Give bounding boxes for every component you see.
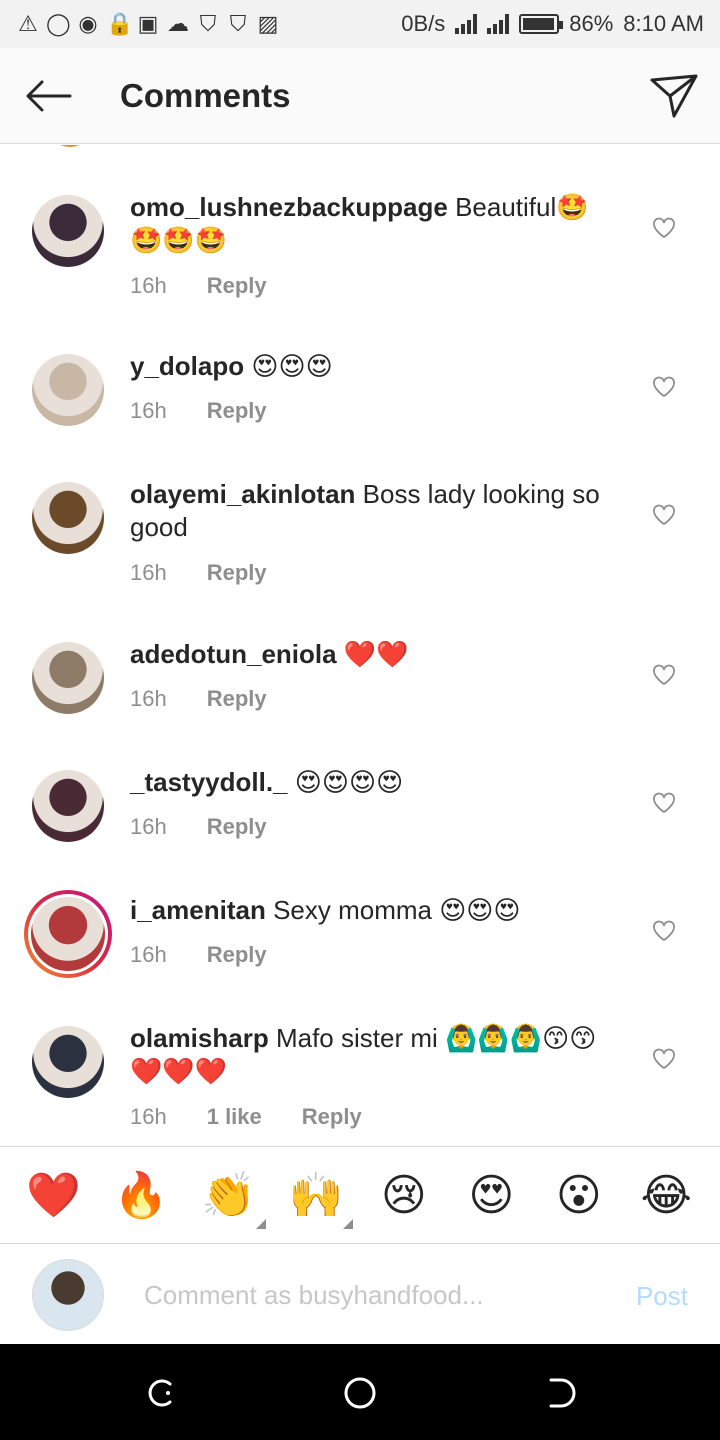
username[interactable]: y_dolapo [130,351,244,381]
app-header: Comments [0,48,720,144]
system-nav-bar [0,1344,720,1440]
reply-button[interactable]: Reply [207,814,267,840]
like-heart-icon[interactable] [652,920,676,942]
comment-list[interactable]: omo_lushnezbackuppage Beautiful🤩🤩🤩🤩 16h R… [0,145,720,1145]
back-button[interactable] [0,48,96,144]
timestamp: 16h [130,1104,167,1129]
comment-composer: Post [0,1245,720,1345]
gallery-icon: ▣ [137,11,159,36]
timestamp: 16h [130,942,167,967]
emoji-clap-button[interactable]: 👏 [198,1169,266,1229]
comment-text: i_amenitan Sexy momma 😍😍😍 [130,894,620,927]
comment-text: _tastyydoll._ 😍😍😍😍 [130,766,620,799]
comment-meta: 16h Reply [130,273,267,299]
lock-icon: 🔒 [106,11,134,36]
skin-tone-indicator [343,1219,354,1229]
battery-icon [519,14,564,34]
avatar[interactable] [32,770,104,842]
like-heart-icon[interactable] [652,1048,676,1070]
reply-button[interactable]: Reply [207,398,267,424]
emoji-fire-button[interactable]: 🔥 [110,1169,172,1221]
comment-text: olamisharp Mafo sister mi 🙆‍♂️🙆‍♂️🙆‍♂️😙😙… [130,1022,620,1088]
comment-meta: 16h Reply [130,560,267,586]
username[interactable]: _tastyydoll._ [130,767,288,797]
avatar[interactable] [32,1026,104,1098]
timestamp: 16h [130,560,167,585]
back-icon[interactable] [543,1376,577,1410]
app-icon: ◉ [78,11,98,36]
comment-text: adedotun_eniola ❤️❤️ [130,638,620,671]
direct-message-icon[interactable] [648,70,700,122]
avatar[interactable] [32,354,104,426]
username[interactable]: i_amenitan [130,895,266,925]
battery-percent: 86% [569,11,614,36]
cloud-upload-icon: ☁ [167,11,189,36]
timestamp: 16h [130,273,167,298]
like-heart-icon[interactable] [652,504,676,526]
signal-icon [455,14,478,34]
comment-text: olayemi_akinlotan Boss lady looking so g… [130,478,620,544]
reply-button[interactable]: Reply [302,1104,362,1130]
comment-body: 😍😍😍 [251,351,333,381]
timestamp: 16h [130,814,167,839]
emoji-crying-button[interactable]: 😢 [373,1170,435,1221]
timestamp: 16h [130,398,167,423]
avatar [48,145,92,147]
like-count[interactable]: 1 like [207,1104,262,1130]
home-icon[interactable] [343,1376,377,1410]
comment-meta: 16h Reply [130,942,267,968]
comment-body: Sexy momma 😍😍😍 [273,895,521,925]
shield-icon: ⛉ [229,11,247,36]
emoji-laughing-button[interactable]: 😂 [635,1170,697,1221]
comment-body: ❤️❤️ [343,639,409,669]
emoji-heart-eyes-button[interactable]: 😍 [460,1170,522,1221]
warning-icon: ⚠ [18,11,38,36]
page-title: Comments [120,76,291,114]
like-heart-icon[interactable] [652,217,676,239]
post-button[interactable]: Post [636,1281,688,1312]
recents-icon[interactable] [144,1376,178,1410]
signal-icon [487,14,510,34]
clock: 8:10 AM [623,11,704,36]
username[interactable]: olamisharp [130,1023,269,1053]
reply-button[interactable]: Reply [207,560,267,586]
skin-tone-indicator [255,1219,266,1229]
comment-text: y_dolapo 😍😍😍 [130,350,620,383]
avatar[interactable] [32,642,104,714]
avatar[interactable] [32,482,104,554]
emoji-heart-button[interactable]: ❤️ [23,1169,85,1221]
network-speed: 0B/s [401,11,446,36]
avatar-story-ring[interactable] [24,890,112,978]
avatar[interactable] [32,195,104,267]
timestamp: 16h [130,686,167,711]
status-bar: ⚠ ◯ ◉ 🔒 ▣ ☁ ⛉ ⛉ ▨ 0B/s 86% 8:10 AM [0,0,720,48]
comment-meta: 16h Reply [130,398,267,424]
emoji-wow-button[interactable]: 😮 [548,1170,610,1221]
back-arrow-icon [26,80,72,111]
activity-icon: ▨ [257,11,279,36]
username[interactable]: olayemi_akinlotan [130,479,355,509]
comment-meta: 16h Reply [130,814,267,840]
like-heart-icon[interactable] [652,792,676,814]
username[interactable]: adedotun_eniola [130,639,337,669]
comment-meta: 16h Reply [130,686,267,712]
comment-body: 😍😍😍😍 [294,767,404,797]
reply-button[interactable]: Reply [207,686,267,712]
emoji-quick-bar: ❤️ 🔥 👏 🙌 😢 😍 😮 😂 [0,1146,720,1244]
like-heart-icon[interactable] [652,376,676,398]
reply-button[interactable]: Reply [207,273,267,299]
emoji-glyph: 🙌 [288,1171,344,1220]
shield-icon: ⛉ [199,11,217,36]
like-heart-icon[interactable] [652,664,676,686]
status-icons: ⚠ ◯ ◉ 🔒 ▣ ☁ ⛉ ⛉ ▨ [16,11,280,37]
username[interactable]: omo_lushnezbackuppage [130,192,448,222]
reply-button[interactable]: Reply [207,942,267,968]
comment-meta: 16h 1 like Reply [130,1104,362,1130]
comment-text: omo_lushnezbackuppage Beautiful🤩🤩🤩🤩 [130,191,620,257]
emoji-raised-hands-button[interactable]: 🙌 [285,1169,354,1229]
current-user-avatar [32,1259,104,1331]
comment-input[interactable] [144,1275,584,1315]
emoji-glyph: 👏 [201,1171,257,1220]
whatsapp-icon: ◯ [46,11,71,36]
